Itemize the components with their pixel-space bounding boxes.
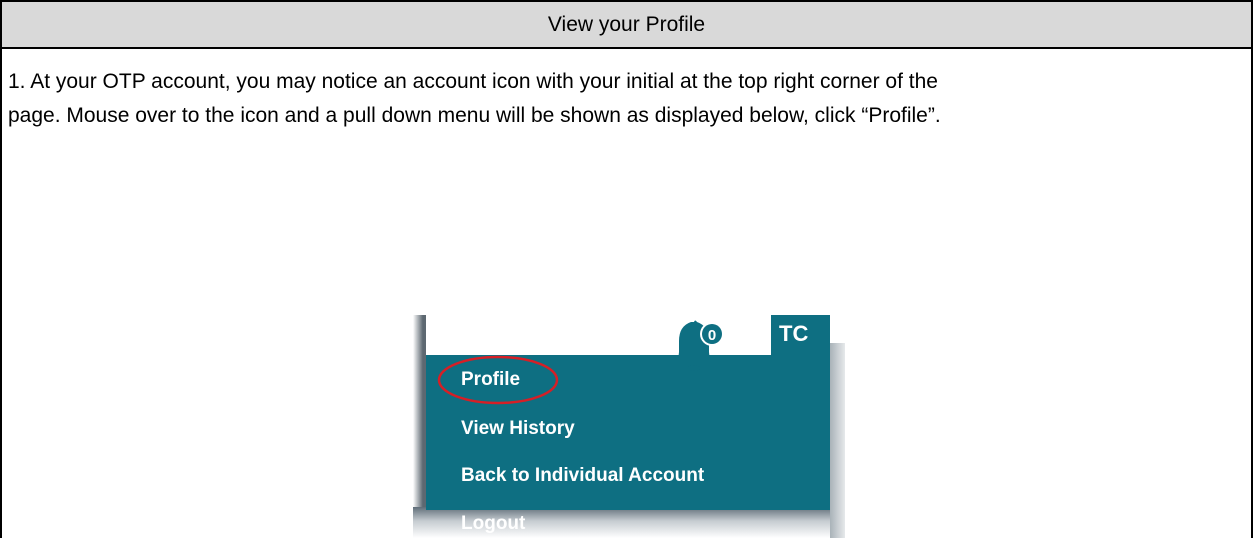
menu-shadow-left [413,315,427,538]
bell-icon[interactable]: 0 [668,319,726,371]
notification-count: 0 [708,327,716,344]
table-header: View your Profile [0,0,1253,49]
section-title: View your Profile [547,12,706,36]
menu-item-view-history[interactable]: View History [461,418,575,440]
menu-item-logout[interactable]: Logout [461,513,525,535]
profile-menu-screenshot: TC 0 Profile View History Back to Indivi… [413,315,845,538]
menu-item-back-to-individual-account[interactable]: Back to Individual Account [461,465,704,487]
account-initials-button[interactable]: TC [779,321,808,347]
highlight-ring [437,355,559,405]
menu-shadow-right [830,343,845,538]
instruction-line-2: page. Mouse over to the icon and a pull … [8,104,941,127]
instruction-line-1: 1. At your OTP account, you may notice a… [8,70,938,93]
instruction-text: 1. At your OTP account, you may notice a… [8,65,1248,133]
